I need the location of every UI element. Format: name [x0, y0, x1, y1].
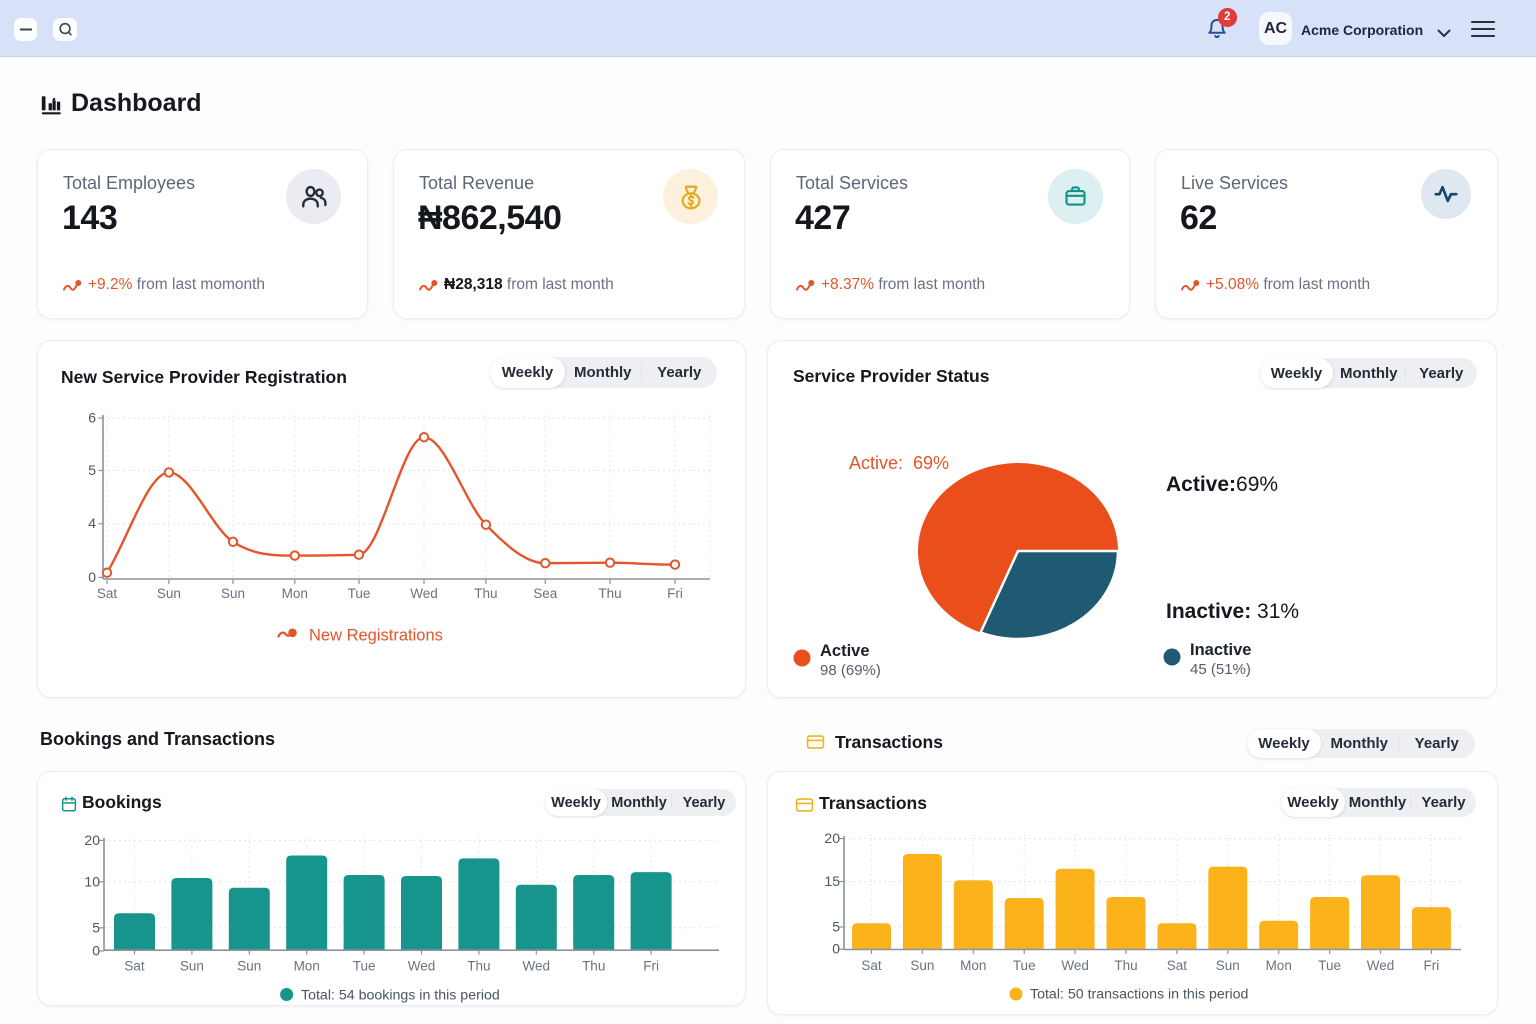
svg-text:Sun: Sun	[221, 586, 245, 601]
svg-text:Thu: Thu	[474, 586, 497, 601]
svg-text:10: 10	[84, 873, 100, 889]
svg-text:Thu: Thu	[582, 959, 605, 974]
svg-text:Wed: Wed	[523, 959, 551, 974]
svg-text:New Registrations: New Registrations	[309, 627, 443, 645]
svg-text:Fri: Fri	[643, 959, 659, 974]
svg-text:5: 5	[92, 919, 100, 935]
svg-text:Thu: Thu	[1114, 958, 1137, 973]
svg-text:Mon: Mon	[282, 586, 308, 601]
svg-text:Total: 54 bookings in this per: Total: 54 bookings in this period	[301, 988, 500, 1004]
svg-text:Thu: Thu	[598, 586, 621, 601]
svg-text:0: 0	[88, 569, 96, 585]
svg-text:Sat: Sat	[861, 958, 882, 973]
svg-text:Sun: Sun	[910, 958, 934, 973]
svg-text:0: 0	[92, 943, 100, 959]
svg-text:Active:69%: Active:69%	[1166, 473, 1278, 496]
svg-text:Wed: Wed	[410, 586, 438, 601]
svg-text:15: 15	[824, 873, 840, 889]
svg-text:Wed: Wed	[408, 959, 436, 974]
svg-text:Tue: Tue	[1318, 958, 1341, 973]
svg-text:Fri: Fri	[667, 586, 683, 601]
svg-text:Total: 50 transactions in this: Total: 50 transactions in this period	[1030, 987, 1248, 1003]
svg-text:Wed: Wed	[1367, 958, 1395, 973]
svg-text:Sun: Sun	[237, 959, 261, 974]
svg-text:Wed: Wed	[1061, 958, 1089, 973]
svg-text:Inactive: Inactive	[1190, 641, 1251, 659]
svg-text:Tue: Tue	[1013, 958, 1036, 973]
svg-text:Sat: Sat	[97, 586, 118, 601]
svg-text:5: 5	[832, 919, 840, 935]
svg-text:Tue: Tue	[348, 586, 371, 601]
svg-text:Sat: Sat	[1167, 958, 1188, 973]
svg-text:45 (51%): 45 (51%)	[1190, 661, 1251, 678]
svg-text:0: 0	[832, 941, 840, 957]
svg-text:20: 20	[84, 832, 100, 848]
svg-text:Sun: Sun	[180, 959, 204, 974]
svg-text:Mon: Mon	[1266, 958, 1292, 973]
svg-text:Active: 69%: Active: 69%	[849, 453, 949, 473]
svg-text:Sun: Sun	[157, 586, 181, 601]
svg-text:Mon: Mon	[960, 958, 986, 973]
svg-text:Sat: Sat	[124, 959, 145, 974]
svg-text:4: 4	[88, 515, 96, 531]
svg-text:Mon: Mon	[294, 959, 320, 974]
svg-text:98 (69%): 98 (69%)	[820, 662, 881, 679]
svg-text:Inactive: 31%: Inactive: 31%	[1166, 600, 1299, 623]
svg-text:20: 20	[824, 830, 840, 846]
svg-text:Fri: Fri	[1424, 958, 1440, 973]
svg-text:Sun: Sun	[1216, 958, 1240, 973]
svg-text:Sea: Sea	[533, 586, 558, 601]
svg-text:6: 6	[88, 410, 96, 426]
svg-text:Tue: Tue	[353, 959, 376, 974]
svg-text:Active: Active	[820, 642, 870, 660]
svg-text:5: 5	[88, 462, 96, 478]
svg-text:Thu: Thu	[467, 959, 490, 974]
